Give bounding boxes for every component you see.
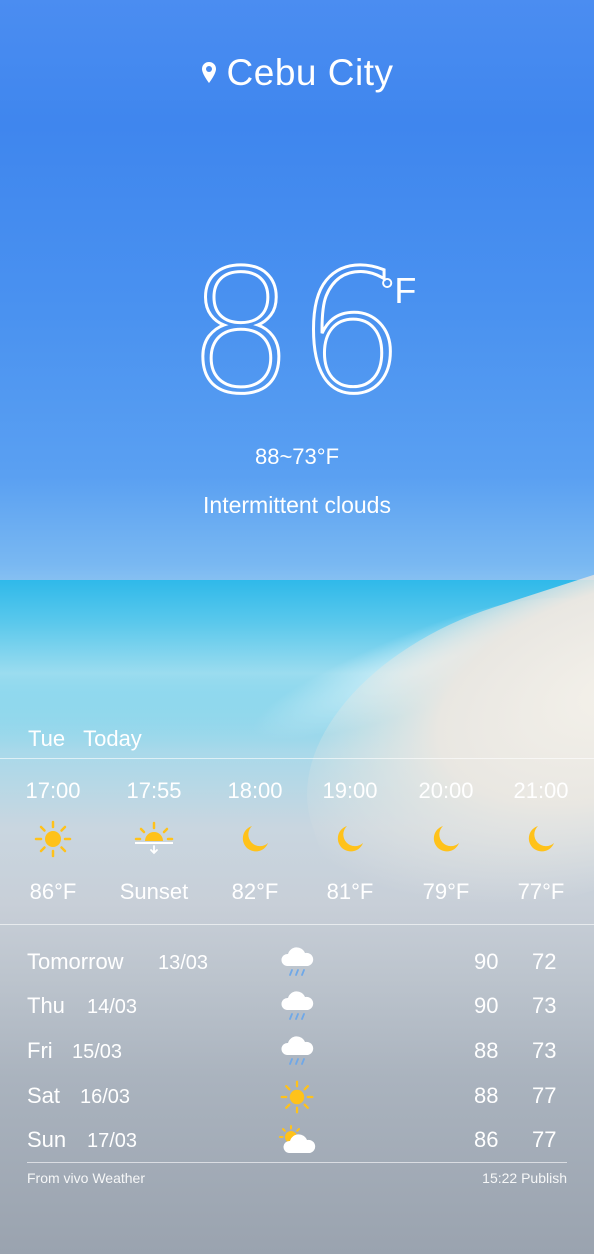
day-date: 17/03 [87, 1130, 138, 1152]
sunset-icon [104, 808, 204, 870]
publish-time: 15:22 Publish [482, 1170, 567, 1186]
weather-condition: Intermittent clouds [203, 492, 391, 518]
temperature-range: 88~73°F [254, 444, 340, 469]
rain-cloud-icon [276, 1034, 318, 1070]
day-low: 73 [532, 993, 557, 1018]
source-label[interactable]: From vivo Weather [27, 1170, 145, 1186]
temperature-unit: °F [380, 270, 417, 311]
day-name: Fri [27, 1038, 53, 1063]
day-name: Sun [27, 1127, 67, 1152]
divider [0, 924, 594, 925]
day-date: 13/03 [158, 952, 209, 974]
current-temperature: 86 [185, 234, 408, 432]
daily-row[interactable]: Sat 16/03 88 77 [0, 1079, 594, 1123]
hour-temperature: Sunset [119, 879, 189, 904]
hourly-item: 17:55 Sunset [104, 774, 204, 912]
rain-cloud-icon [276, 945, 318, 981]
hour-temperature: 82°F [231, 879, 279, 904]
today-header: Tue Today [28, 726, 142, 752]
divider [27, 1162, 567, 1163]
day-high: 86 [474, 1127, 499, 1152]
hour-temperature: 81°F [326, 879, 374, 904]
hour-time: 19:00 [322, 778, 378, 803]
moon-icon [205, 808, 305, 870]
day-low: 72 [532, 949, 557, 974]
moon-icon [491, 808, 591, 870]
moon-icon [300, 808, 400, 870]
partly-cloudy-icon [276, 1123, 318, 1159]
current-temperature-block: 86 [0, 234, 594, 432]
hour-temperature: 86°F [29, 879, 77, 904]
day-high: 88 [474, 1083, 499, 1108]
location-pin-icon [201, 61, 217, 85]
day-low: 77 [532, 1083, 557, 1108]
rain-cloud-icon [276, 989, 318, 1025]
hour-time: 20:00 [418, 778, 474, 803]
day-high: 88 [474, 1038, 499, 1063]
divider [0, 758, 594, 759]
hour-time: 17:00 [25, 778, 81, 803]
day-high: 90 [474, 949, 499, 974]
daily-row[interactable]: Thu 14/03 90 73 [0, 989, 594, 1033]
day-date: 14/03 [87, 996, 138, 1018]
sun-icon [3, 808, 103, 870]
hourly-item: 19:00 81°F [300, 774, 400, 912]
weather-screen: Cebu City 86 °F 88~73°F Intermittent clo… [0, 0, 594, 1254]
hourly-item: 18:00 82°F [205, 774, 305, 912]
hour-time: 21:00 [513, 778, 569, 803]
moon-icon [396, 808, 496, 870]
day-low: 73 [532, 1038, 557, 1063]
sun-icon [276, 1079, 318, 1115]
hour-time: 17:55 [126, 778, 182, 803]
day-low: 77 [532, 1127, 557, 1152]
hour-temperature: 79°F [422, 879, 470, 904]
day-name: Thu [27, 993, 65, 1018]
day-name: Tomorrow [27, 949, 124, 974]
hour-temperature: 77°F [517, 879, 565, 904]
day-date: 16/03 [80, 1086, 131, 1108]
daily-row[interactable]: Tomorrow 13/03 90 72 [0, 945, 594, 989]
day-name: Sat [27, 1083, 61, 1108]
day-high: 90 [474, 993, 499, 1018]
hourly-item: 17:00 86°F [3, 774, 103, 912]
hour-time: 18:00 [227, 778, 283, 803]
footer: From vivo Weather 15:22 Publish [27, 1170, 567, 1186]
location-header[interactable]: Cebu City [0, 52, 594, 94]
today-weekday: Tue [28, 726, 66, 751]
hourly-forecast[interactable]: 17:00 86°F 17:55 Sunset 18:00 82°F 19:00… [0, 774, 594, 914]
daily-row[interactable]: Fri 15/03 88 73 [0, 1034, 594, 1078]
day-date: 15/03 [72, 1041, 123, 1063]
hourly-item: 21:00 77°F [491, 774, 591, 912]
today-label: Today [83, 726, 142, 751]
city-name: Cebu City [226, 52, 394, 93]
hourly-item: 20:00 79°F [396, 774, 496, 912]
daily-row[interactable]: Sun 17/03 86 77 [0, 1123, 594, 1167]
